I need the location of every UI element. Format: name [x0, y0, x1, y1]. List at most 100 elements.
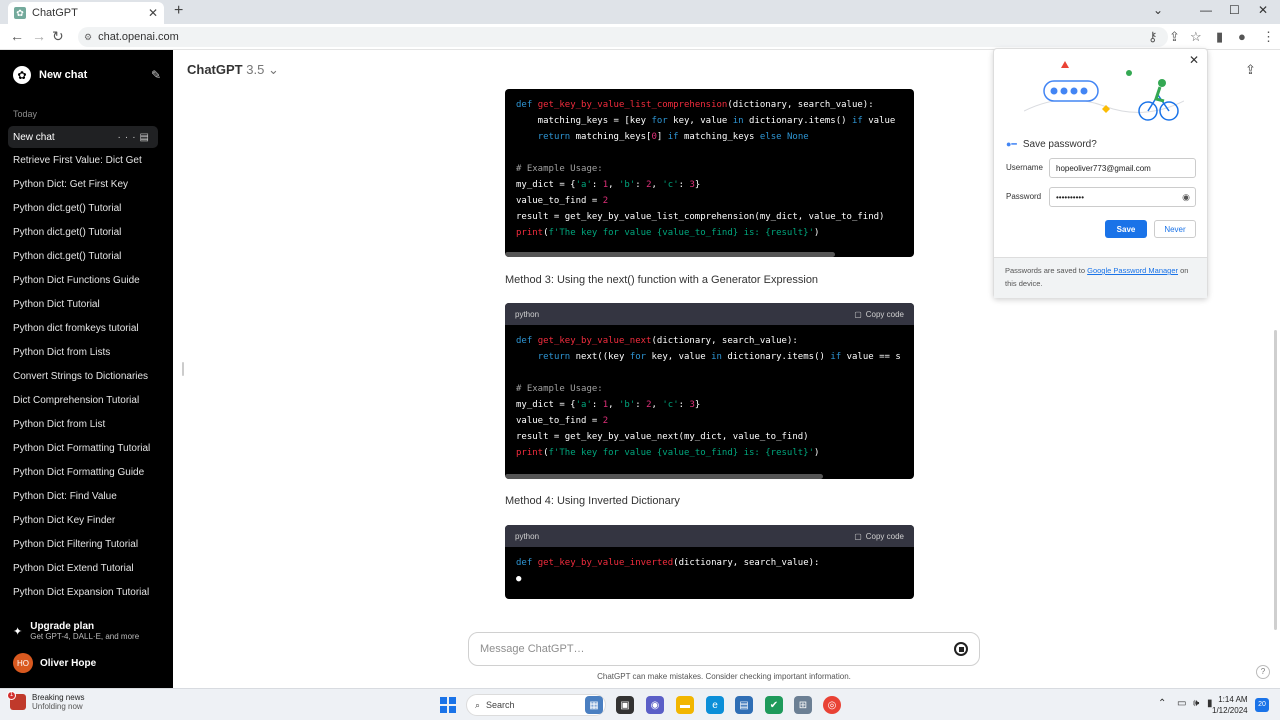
- clock-date: 1/12/2024: [1212, 706, 1248, 715]
- password-field[interactable]: •••••••••• ◉: [1049, 187, 1196, 207]
- sidebar-new-chat-label[interactable]: New chat: [39, 69, 143, 81]
- user-menu[interactable]: HO Oliver Hope: [13, 653, 96, 673]
- store-app-icon[interactable]: ▤: [735, 696, 753, 714]
- sidebar-item[interactable]: Python dict.get() Tutorial: [13, 251, 163, 275]
- widgets-app-icon[interactable]: ▦: [585, 696, 603, 714]
- sidebar-item[interactable]: Python Dict Formatting Guide: [13, 467, 163, 491]
- sidebar-item[interactable]: Dict Comprehension Tutorial: [13, 395, 163, 419]
- browser-tab[interactable]: ✿ ChatGPT ✕: [8, 2, 164, 24]
- help-button[interactable]: ?: [1256, 665, 1270, 679]
- popup-footer: Passwords are saved to Google Password M…: [994, 257, 1207, 298]
- password-label: Password: [1006, 192, 1042, 201]
- bookmark-star-icon[interactable]: ☆: [1190, 29, 1202, 45]
- code-horizontal-scrollbar[interactable]: [505, 252, 835, 257]
- tray-chevron-icon[interactable]: ⌃: [1158, 698, 1166, 709]
- sidebar-item[interactable]: Python dict.get() Tutorial: [13, 203, 163, 227]
- stop-generating-button[interactable]: [954, 642, 968, 656]
- new-chat-edit-icon[interactable]: ✎: [151, 68, 161, 82]
- sidebar-section-today: Today: [13, 109, 38, 119]
- sidebar-item[interactable]: Python Dict: Get First Key: [13, 179, 163, 203]
- news-widget[interactable]: 1 Breaking news Unfolding now: [7, 691, 85, 711]
- sidebar-item[interactable]: Python dict fromkeys tutorial: [13, 323, 163, 347]
- sidebar-item[interactable]: Python Dict Formatting Tutorial: [13, 443, 163, 467]
- eye-icon[interactable]: ◉: [1182, 192, 1190, 203]
- chat-app-icon[interactable]: ◉: [646, 696, 664, 714]
- news-title: Breaking news: [32, 693, 85, 702]
- never-button[interactable]: Never: [1154, 220, 1196, 238]
- url-text: chat.openai.com: [98, 31, 179, 43]
- maximize-icon[interactable]: ☐: [1229, 3, 1240, 17]
- back-icon[interactable]: ←: [10, 28, 24, 44]
- address-bar-row: ← → ↻ ⚙ chat.openai.com ⚷ ⇪ ☆ ▮ ● ⋮: [0, 24, 1280, 70]
- sidebar-item[interactable]: Python Dict Tutorial: [13, 299, 163, 323]
- profile-icon[interactable]: ●: [1238, 29, 1246, 44]
- sidebar-item[interactable]: Python Dict from List: [13, 419, 163, 443]
- save-password-button[interactable]: Save: [1105, 220, 1147, 238]
- password-manager-link[interactable]: Google Password Manager: [1087, 266, 1178, 275]
- code-block-method4: python ▢ Copy code def get_key_by_value_…: [505, 525, 914, 599]
- message-input[interactable]: Message ChatGPT…: [468, 632, 980, 666]
- sidebar-item-active[interactable]: New chat ··· ▤: [8, 126, 158, 148]
- copy-code-button[interactable]: ▢ Copy code: [854, 310, 904, 319]
- sidebar-new-chat-row[interactable]: ✿ New chat ✎: [13, 66, 161, 84]
- site-info-icon[interactable]: ⚙: [84, 32, 92, 43]
- popup-close-icon[interactable]: ✕: [1189, 53, 1199, 67]
- sidebar-item[interactable]: Retrieve First Value: Dict Get: [13, 155, 163, 179]
- code-horizontal-scrollbar[interactable]: [505, 474, 823, 479]
- save-password-popup: ✕ ●━ Save password? Username hopeoliver7…: [993, 48, 1208, 298]
- sidebar-item[interactable]: Python dict.get() Tutorial: [13, 227, 163, 251]
- url-field[interactable]: ⚙ chat.openai.com: [78, 27, 1168, 47]
- popup-title-row: ●━ Save password?: [1006, 139, 1097, 150]
- chrome-browser-icon[interactable]: ◎: [823, 696, 841, 714]
- taskbar-clock[interactable]: 1:14 AM 1/12/2024: [1212, 694, 1248, 716]
- notification-badge[interactable]: 20: [1255, 698, 1269, 712]
- sidebar-item[interactable]: Python Dict Extend Tutorial: [13, 563, 163, 587]
- main-scrollbar[interactable]: [1274, 330, 1277, 630]
- code-content: def get_key_by_value_list_comprehension(…: [516, 100, 896, 238]
- username-field[interactable]: hopeoliver773@gmail.com: [1049, 158, 1196, 178]
- vscode-icon[interactable]: ✔: [765, 696, 783, 714]
- side-panel-icon[interactable]: ▮: [1216, 29, 1223, 45]
- sidebar-item[interactable]: Python Dict: Find Value: [13, 491, 163, 515]
- sidebar-chat-list: Retrieve First Value: Dict Get Python Di…: [13, 155, 163, 611]
- sidebar-item[interactable]: Python Dict Expansion Tutorial: [13, 587, 163, 611]
- share-chat-icon[interactable]: ⇪: [1245, 62, 1256, 78]
- sidebar-resize-handle[interactable]: [182, 362, 184, 376]
- window-close-icon[interactable]: ✕: [1258, 3, 1268, 17]
- windows-start-icon[interactable]: [440, 697, 456, 713]
- edge-browser-icon[interactable]: e: [706, 696, 724, 714]
- chatgpt-favicon-icon: ✿: [14, 7, 26, 19]
- popup-title: Save password?: [1022, 139, 1097, 150]
- username-value: hopeoliver773@gmail.com: [1056, 163, 1151, 173]
- forward-icon[interactable]: →: [32, 28, 46, 44]
- sidebar-item[interactable]: Python Dict from Lists: [13, 347, 163, 371]
- file-explorer-icon[interactable]: ▬: [676, 696, 694, 714]
- sidebar-item[interactable]: Convert Strings to Dictionaries: [13, 371, 163, 395]
- tab-search-chevron-icon[interactable]: ⌄: [1153, 3, 1163, 17]
- network-icon[interactable]: ▭: [1177, 698, 1186, 709]
- tab-title: ChatGPT: [32, 7, 78, 19]
- minimize-icon[interactable]: —: [1200, 3, 1212, 17]
- copy-code-button[interactable]: ▢ Copy code: [854, 532, 904, 541]
- chat-options-icon[interactable]: ···: [118, 132, 140, 143]
- network-app-icon[interactable]: ⊞: [794, 696, 812, 714]
- sidebar-item[interactable]: Python Dict Functions Guide: [13, 275, 163, 299]
- tab-close-icon[interactable]: ✕: [148, 6, 158, 20]
- key-icon[interactable]: ⚷: [1148, 29, 1158, 45]
- code-header: python ▢ Copy code: [505, 525, 914, 547]
- sidebar-item[interactable]: Python Dict Key Finder: [13, 515, 163, 539]
- user-name: Oliver Hope: [40, 657, 97, 669]
- model-selector[interactable]: ChatGPT 3.5 ⌄: [187, 62, 279, 78]
- browser-menu-icon[interactable]: ⋮: [1262, 29, 1275, 45]
- new-tab-icon[interactable]: +: [174, 2, 183, 20]
- task-view-icon[interactable]: ▣: [616, 696, 634, 714]
- reload-icon[interactable]: ↻: [52, 28, 64, 45]
- model-name: ChatGPT: [187, 62, 243, 77]
- sidebar-item[interactable]: Python Dict Filtering Tutorial: [13, 539, 163, 563]
- share-page-icon[interactable]: ⇪: [1169, 29, 1180, 45]
- copy-code-label: Copy code: [865, 309, 904, 319]
- upgrade-plan-button[interactable]: ✦ Upgrade plan Get GPT-4, DALL·E, and mo…: [13, 621, 139, 641]
- password-illustration: [1024, 61, 1184, 121]
- volume-icon[interactable]: 🕪: [1193, 698, 1199, 709]
- archive-icon[interactable]: ▤: [140, 132, 153, 143]
